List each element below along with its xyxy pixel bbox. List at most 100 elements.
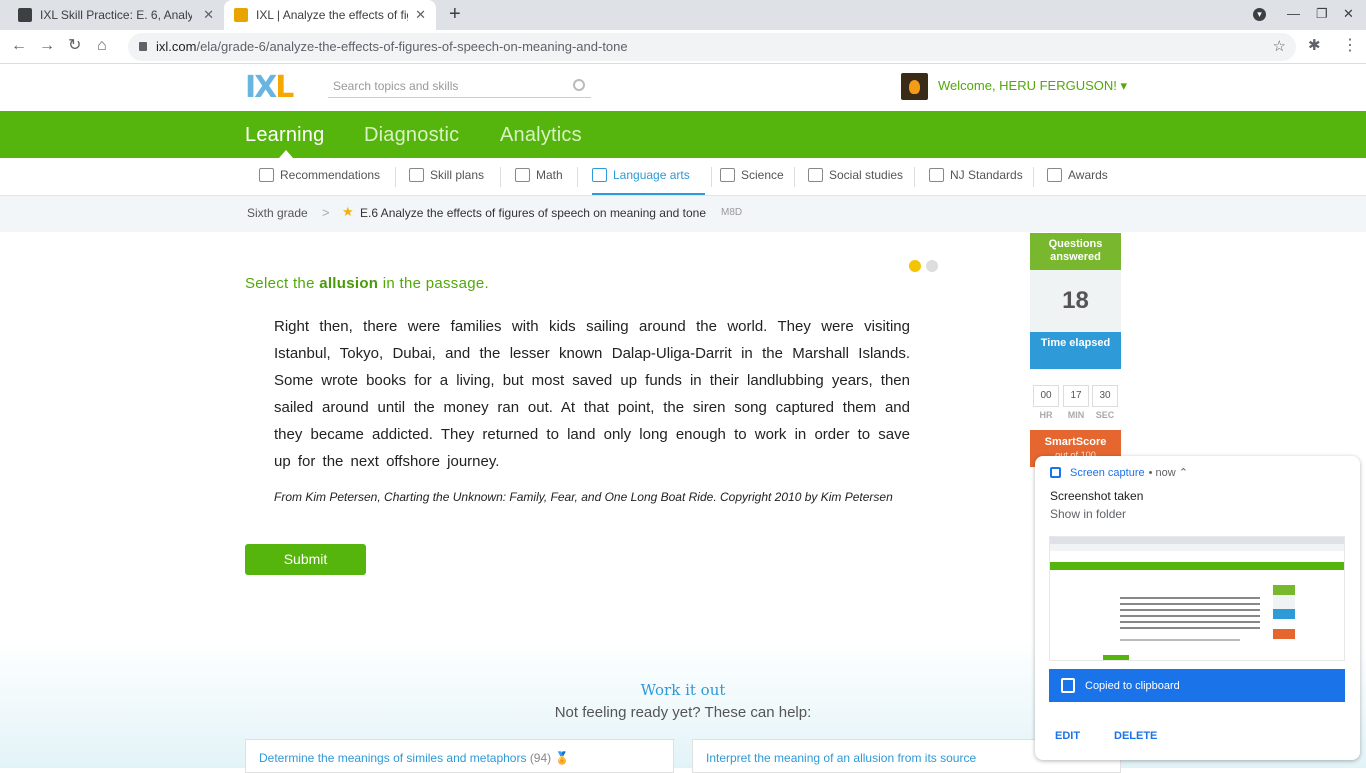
subnav-label: Language arts: [613, 168, 690, 182]
help-link-count: (94): [529, 751, 552, 765]
nav-learning[interactable]: Learning: [245, 124, 324, 147]
delete-button[interactable]: DELETE: [1114, 730, 1157, 742]
medal-icon: 🏅: [554, 751, 570, 765]
divider: [500, 167, 501, 187]
breadcrumb-skill: E.6 Analyze the effects of figures of sp…: [360, 206, 707, 220]
science-icon: [720, 168, 735, 182]
logo-text-a: IX: [245, 70, 277, 105]
subnav-label: Recommendations: [280, 168, 381, 182]
clipboard-icon: [1061, 678, 1075, 693]
search-placeholder: Search topics and skills: [333, 79, 459, 93]
skill-plans-icon: [409, 168, 424, 182]
help-link-text: Interpret the meaning of an allusion fro…: [706, 751, 977, 765]
skill-code: M8D: [721, 207, 743, 218]
close-tab-icon[interactable]: ✕: [203, 8, 214, 22]
prompt-text: Select the: [245, 275, 320, 292]
progress-dot-active: [909, 260, 921, 272]
subnav-social-studies[interactable]: Social studies: [808, 168, 903, 182]
close-tab-icon[interactable]: ✕: [415, 8, 426, 22]
search-icon[interactable]: [573, 79, 585, 91]
ixl-logo[interactable]: IXL: [245, 73, 294, 103]
profile-menu-icon[interactable]: ▾: [1253, 8, 1266, 21]
subnav-label: Science: [741, 168, 784, 182]
minimize-icon[interactable]: —: [1287, 6, 1300, 21]
favorite-star-icon[interactable]: ★: [342, 204, 354, 220]
passage-text[interactable]: Right then, there were families with kid…: [274, 313, 910, 475]
ixl-favicon-icon: [234, 8, 248, 22]
subnav-awards[interactable]: Awards: [1047, 168, 1108, 182]
help-link-text: Determine the meanings of similes and me…: [259, 751, 527, 765]
reload-icon[interactable]: ↻: [68, 36, 81, 56]
screenshot-thumbnail[interactable]: [1049, 536, 1345, 661]
recommendations-icon: [259, 168, 274, 182]
url-domain: ixl.com: [156, 39, 197, 54]
forward-icon[interactable]: →: [39, 36, 55, 56]
subnav-recommendations[interactable]: Recommendations: [259, 168, 380, 182]
divider: [711, 167, 712, 187]
subnav-label: Awards: [1068, 168, 1108, 182]
subnav-language-arts[interactable]: Language arts: [592, 168, 690, 182]
timer-hours: 00: [1033, 385, 1059, 407]
edit-button[interactable]: EDIT: [1055, 730, 1080, 742]
standards-icon: [929, 168, 944, 182]
logo-text-b: L: [275, 70, 294, 105]
timer-hours-label: HR: [1039, 410, 1053, 420]
timer-seconds: 30: [1092, 385, 1118, 407]
smartscore-title: SmartScore: [1044, 436, 1107, 448]
avatar[interactable]: [901, 73, 928, 100]
restore-icon[interactable]: ❐: [1316, 6, 1328, 22]
subnav-skill-plans[interactable]: Skill plans: [409, 168, 484, 182]
nav-analytics[interactable]: Analytics: [500, 124, 582, 147]
welcome-user-menu[interactable]: Welcome, HERU FERGUSON! ▾: [938, 78, 1127, 94]
subnav-label: Math: [536, 168, 563, 182]
new-tab-button[interactable]: +: [449, 3, 461, 25]
question-prompt: Select the allusion in the passage.: [245, 275, 489, 292]
notification-header: Screen capture • now ⌃: [1050, 466, 1188, 479]
questions-answered-label: Questions answered: [1030, 233, 1121, 270]
url-path: /ela/grade-6/analyze-the-effects-of-figu…: [196, 39, 628, 54]
submit-button[interactable]: Submit: [245, 544, 366, 575]
browser-tab-2[interactable]: IXL | Analyze the effects of figure ✕: [224, 0, 436, 30]
subnav-math[interactable]: Math: [515, 168, 563, 182]
nav-diagnostic[interactable]: Diagnostic: [364, 124, 459, 147]
math-icon: [515, 168, 530, 182]
questions-answered-count: 18: [1030, 270, 1121, 332]
subnav-label: Social studies: [829, 168, 904, 182]
prompt-keyword: allusion: [319, 275, 379, 292]
extensions-icon[interactable]: ✱: [1308, 36, 1321, 56]
timer-seconds-label: SEC: [1095, 410, 1115, 420]
timer: 00 17 30 HR MIN SEC: [1030, 369, 1121, 430]
bookmark-star-icon[interactable]: ☆: [1273, 33, 1286, 61]
screenshot-notification: Screen capture • now ⌃ Screenshot taken S…: [1035, 456, 1360, 760]
clipboard-text: Copied to clipboard: [1085, 679, 1180, 692]
tab-title: IXL Skill Practice: E. 6, Analyze th: [40, 8, 192, 22]
subnav-nj-standards[interactable]: NJ Standards: [929, 168, 1023, 182]
subnav-science[interactable]: Science: [720, 168, 784, 182]
browser-tab-1[interactable]: IXL Skill Practice: E. 6, Analyze th ✕: [8, 0, 224, 30]
time-elapsed-label: Time elapsed: [1030, 332, 1121, 369]
tab-strip: IXL Skill Practice: E. 6, Analyze th ✕ I…: [0, 0, 1366, 30]
lock-icon: [139, 42, 147, 51]
ixl-header: [0, 64, 1366, 111]
divider: [577, 167, 578, 187]
main-nav: [0, 111, 1366, 158]
divider: [1033, 167, 1034, 187]
active-subnav-underline: [592, 193, 705, 195]
breadcrumb-grade[interactable]: Sixth grade: [247, 206, 308, 220]
progress-dots: [909, 259, 943, 277]
divider: [914, 167, 915, 187]
url-input[interactable]: ixl.com/ela/grade-6/analyze-the-effects-…: [128, 33, 1296, 61]
passage-citation: From Kim Petersen, Charting the Unknown:…: [274, 490, 893, 504]
browser-menu-icon[interactable]: ⋮: [1342, 36, 1358, 56]
ixl-favicon-icon: [18, 8, 32, 22]
back-icon[interactable]: ←: [11, 36, 27, 56]
awards-icon: [1047, 168, 1062, 182]
tab-title: IXL | Analyze the effects of figure: [256, 8, 408, 22]
show-in-folder-link[interactable]: Show in folder: [1050, 507, 1126, 521]
divider: [395, 167, 396, 187]
address-bar: ← → ↻ ⌂ ixl.com/ela/grade-6/analyze-the-…: [0, 30, 1366, 64]
notification-time[interactable]: • now ⌃: [1149, 466, 1188, 479]
home-icon[interactable]: ⌂: [97, 36, 107, 56]
close-window-icon[interactable]: ✕: [1343, 6, 1354, 22]
search-input[interactable]: Search topics and skills: [328, 76, 591, 98]
